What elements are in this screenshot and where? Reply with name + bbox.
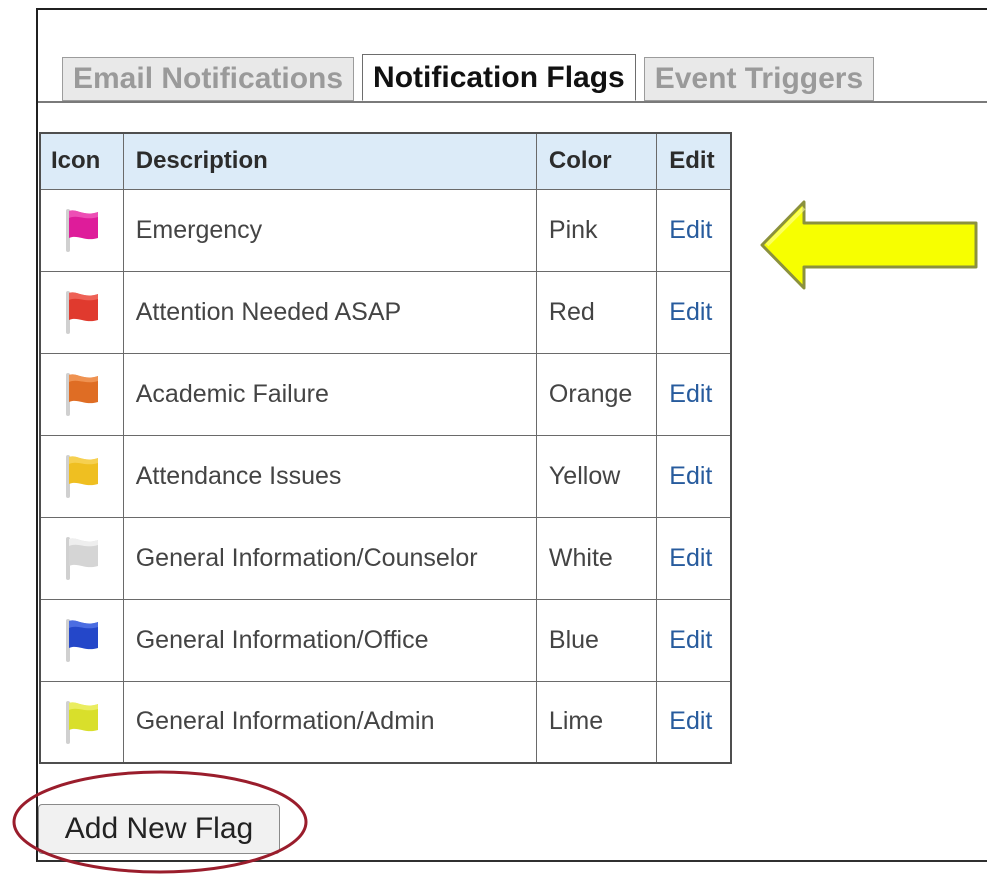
flag-icon-cell — [39, 680, 124, 764]
table-body: Emergency Pink Edit Attention Needed ASA… — [39, 188, 732, 764]
table-row: Attendance Issues Yellow Edit — [39, 434, 732, 518]
edit-link[interactable]: Edit — [656, 680, 732, 764]
color-cell: Lime — [535, 680, 658, 764]
add-new-flag-button[interactable]: Add New Flag — [38, 804, 280, 854]
flag-icon-cell — [39, 516, 124, 600]
notification-flags-table: Icon Description Color Edit Emergency Pi… — [39, 132, 732, 764]
orange-flag-icon — [65, 373, 98, 416]
edit-column-header: Edit — [656, 132, 732, 190]
flag-icon-cell — [39, 270, 124, 354]
color-cell: Orange — [535, 352, 658, 436]
color-cell: White — [535, 516, 658, 600]
description-cell: General Information/Office — [122, 598, 537, 682]
table-header-row: Icon Description Color Edit — [39, 132, 732, 190]
description-cell: General Information/Counselor — [122, 516, 537, 600]
icon-column-header: Icon — [39, 132, 124, 190]
left-arrow-icon — [760, 200, 978, 290]
table-row: General Information/Admin Lime Edit — [39, 680, 732, 764]
tab-bar: Email Notifications Notification Flags E… — [62, 54, 875, 103]
edit-link[interactable]: Edit — [656, 598, 732, 682]
tab-email-notifications[interactable]: Email Notifications — [62, 57, 355, 101]
color-cell: Pink — [535, 188, 658, 272]
lime-flag-icon — [65, 700, 98, 744]
red-flag-icon — [65, 291, 98, 334]
table-row: General Information/Counselor White Edit — [39, 516, 732, 600]
flag-icon-cell — [39, 352, 124, 436]
color-column-header: Color — [535, 132, 658, 190]
description-cell: Attendance Issues — [122, 434, 537, 518]
table-row: Emergency Pink Edit — [39, 188, 732, 272]
color-cell: Red — [535, 270, 658, 354]
pink-flag-icon — [65, 209, 98, 252]
flag-icon-cell — [39, 598, 124, 682]
description-cell: Academic Failure — [122, 352, 537, 436]
edit-link[interactable]: Edit — [656, 270, 732, 354]
edit-link[interactable]: Edit — [656, 516, 732, 600]
table-row: Attention Needed ASAP Red Edit — [39, 270, 732, 354]
edit-link[interactable]: Edit — [656, 188, 732, 272]
edit-link[interactable]: Edit — [656, 352, 732, 436]
edit-link[interactable]: Edit — [656, 434, 732, 518]
tab-divider — [38, 101, 987, 103]
description-column-header: Description — [122, 132, 537, 190]
white-flag-icon — [65, 537, 98, 580]
flag-icon-cell — [39, 188, 124, 272]
blue-flag-icon — [65, 619, 98, 662]
tab-notification-flags[interactable]: Notification Flags — [362, 54, 636, 101]
flag-icon-cell — [39, 434, 124, 518]
description-cell: Emergency — [122, 188, 537, 272]
color-cell: Blue — [535, 598, 658, 682]
tab-event-triggers[interactable]: Event Triggers — [643, 57, 875, 101]
yellow-flag-icon — [65, 455, 98, 498]
description-cell: Attention Needed ASAP — [122, 270, 537, 354]
color-cell: Yellow — [535, 434, 658, 518]
description-cell: General Information/Admin — [122, 680, 537, 764]
table-row: Academic Failure Orange Edit — [39, 352, 732, 436]
table-row: General Information/Office Blue Edit — [39, 598, 732, 682]
table-header: Icon Description Color Edit — [39, 132, 732, 190]
